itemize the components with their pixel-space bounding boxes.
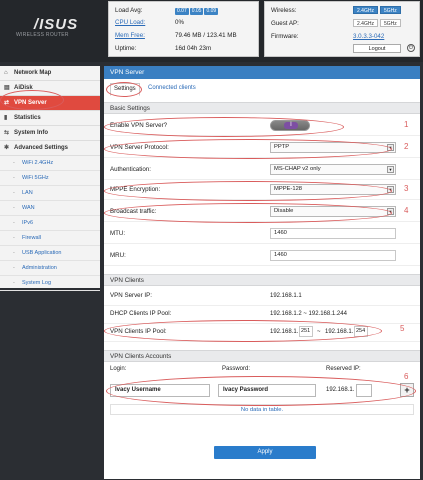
tab-connected-clients[interactable]: Connected clients: [148, 83, 196, 94]
row-server-ip: VPN Server IP: 192.168.1.1: [104, 286, 420, 306]
power-icon[interactable]: ⏻: [407, 44, 415, 53]
sidebar-item-advanced-settings[interactable]: ✱ Advanced Settings: [0, 141, 100, 156]
mru-input[interactable]: 1460: [270, 250, 396, 261]
section-client-accounts: VPN Clients Accounts: [104, 350, 420, 362]
sidebar-sub-usb-application[interactable]: - USB Application: [0, 246, 100, 261]
section-basic-settings: Basic Settings: [104, 102, 420, 114]
sidebar-item-statistics[interactable]: ▮ Statistics: [0, 111, 100, 126]
wireless-status-panel: Wireless: 2.4GHz 5GHz Guest AP: 2.4GHz 5GH…: [264, 1, 420, 57]
sidebar-item-system-info[interactable]: ⇆ System Info: [0, 126, 100, 141]
logo-subtitle: WIRELESS ROUTER: [16, 32, 69, 38]
load-avg-badge: 0.07: [175, 8, 189, 15]
page-title: VPN Server: [104, 66, 420, 79]
annotation-number-1: 1: [404, 120, 409, 129]
gear-icon: ✱: [4, 145, 10, 151]
annotation-circle-2: [104, 139, 392, 159]
row-authentication: Authentication: MS-CHAP v2 only ▼: [104, 160, 420, 180]
annotation-circle-3: [104, 181, 392, 201]
sidebar-item-network-map[interactable]: ⌂ Network Map: [0, 66, 100, 81]
info-icon: ⇆: [4, 130, 10, 136]
sidebar-sub-lan[interactable]: - LAN: [0, 186, 100, 201]
reserved-ip-column-header: Reserved IP:: [326, 366, 361, 372]
mtu-input[interactable]: 1460: [270, 228, 396, 239]
sidebar-sub-system-log[interactable]: - System Log: [0, 276, 100, 291]
firmware-link[interactable]: 3.0.3.3-042: [353, 31, 384, 42]
annotation-number-5: 5: [400, 324, 405, 333]
annotation-circle-6: [106, 376, 416, 406]
svg-text:/ISUS: /ISUS: [33, 16, 78, 33]
logout-button[interactable]: Logout: [353, 43, 401, 53]
cpu-load-link[interactable]: CPU Load:: [115, 17, 171, 28]
annotation-number-4: 4: [404, 206, 409, 215]
sidebar-sub-ipv6[interactable]: - IPv6: [0, 216, 100, 231]
row-mtu: MTU: 1460: [104, 224, 420, 244]
annotation-circle-4: [104, 203, 392, 223]
home-icon: ⌂: [4, 70, 8, 76]
annotation-number-2: 2: [404, 142, 409, 151]
load-avg-badge: 0.09: [204, 8, 219, 15]
wireless-5ghz-badge[interactable]: 5GHz: [379, 6, 401, 15]
login-column-header: Login:: [110, 366, 127, 372]
annotation-circle-settings-tab: [106, 82, 142, 97]
password-column-header: Password:: [222, 366, 251, 372]
server-ip-value: 192.168.1.1: [270, 293, 302, 299]
guest-24ghz-badge[interactable]: 2.4GHz: [353, 19, 378, 28]
stats-icon: ▮: [4, 115, 8, 121]
mem-free-link[interactable]: Mem Free:: [115, 30, 171, 41]
annotation-number-3: 3: [404, 184, 409, 193]
wireless-24ghz-badge[interactable]: 2.4GHz: [353, 6, 378, 15]
annotation-number-6: 6: [404, 372, 409, 381]
row-mru: MRU: 1460: [104, 246, 420, 266]
annotation-circle-1: [104, 117, 344, 137]
authentication-select[interactable]: MS-CHAP v2 only ▼: [270, 164, 396, 175]
system-stats-panel: Load Avg: 0.07 0.05 0.09 CPU Load: 0% Mem …: [108, 1, 259, 57]
load-avg-badge: 0.05: [189, 8, 204, 15]
chevron-down-icon: ▼: [387, 166, 394, 173]
asus-logo: /ISUS: [33, 16, 78, 33]
sidebar-sub-wan[interactable]: - WAN: [0, 201, 100, 216]
guest-5ghz-badge[interactable]: 5GHz: [379, 19, 401, 28]
section-vpn-clients: VPN Clients: [104, 274, 420, 286]
apply-button[interactable]: Apply: [214, 446, 316, 459]
annotation-circle-vpn-server: [0, 90, 64, 110]
sidebar-sub-administration[interactable]: - Administration: [0, 261, 100, 276]
sidebar-sub-wifi-5[interactable]: - WiFi 5GHz: [0, 171, 100, 186]
annotation-circle-5: [104, 320, 382, 342]
sidebar-sub-firewall[interactable]: - Firewall: [0, 231, 100, 246]
sidebar-sub-wifi-24[interactable]: - WiFi 2.4GHz: [0, 156, 100, 171]
